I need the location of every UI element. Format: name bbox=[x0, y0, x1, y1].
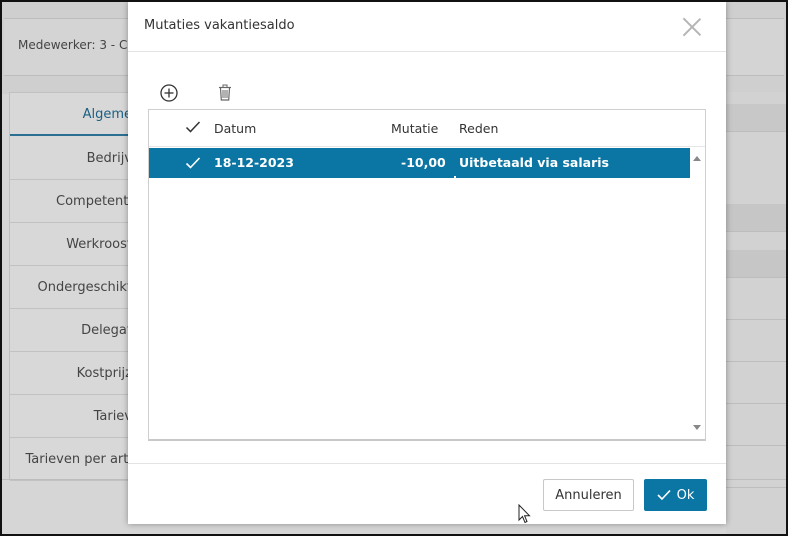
background-row bbox=[726, 376, 786, 404]
background-row bbox=[726, 334, 786, 362]
sidebar-item-label: Competenti bbox=[56, 194, 132, 209]
sidebar-item-werkrooster[interactable]: Werkroost bbox=[10, 223, 132, 266]
background-row bbox=[726, 104, 786, 132]
scroll-up-arrow-icon[interactable] bbox=[693, 156, 701, 161]
row-check-icon[interactable] bbox=[185, 156, 201, 173]
sidebar-item-tarieven-per-artikel[interactable]: Tarieven per arti bbox=[10, 438, 132, 481]
mouse-cursor-icon bbox=[518, 504, 531, 524]
sidebar-item-label: Algeme bbox=[82, 107, 132, 122]
check-icon bbox=[657, 489, 671, 501]
app-window: Medewerker: 3 - C Algeme Bedrijv Compete… bbox=[2, 2, 786, 534]
background-row bbox=[726, 460, 786, 488]
cell-edit-marker bbox=[454, 176, 456, 178]
close-icon[interactable] bbox=[681, 16, 703, 38]
row-reason: Uitbetaald via salaris bbox=[459, 155, 609, 170]
sidebar-item-tarieven[interactable]: Tariev bbox=[10, 395, 132, 438]
row-date: 18-12-2023 bbox=[214, 155, 294, 170]
select-all-checkbox[interactable] bbox=[185, 120, 201, 137]
column-header-mutatie[interactable]: Mutatie bbox=[391, 121, 438, 136]
mutations-grid: Datum Mutatie Reden 18-12-2023 -10,00 Ui… bbox=[148, 109, 706, 441]
trash-icon bbox=[219, 84, 231, 101]
sidebar-item-kostprijzen[interactable]: Kostprijz bbox=[10, 352, 132, 395]
check-icon bbox=[185, 157, 201, 169]
sidebar-item-competenties[interactable]: Competenti bbox=[10, 180, 132, 223]
delete-button[interactable] bbox=[214, 82, 236, 104]
check-icon bbox=[185, 121, 201, 133]
background-right-panel bbox=[726, 92, 786, 534]
ok-button[interactable]: Ok bbox=[644, 479, 707, 511]
row-mutation: -10,00 bbox=[401, 155, 446, 170]
column-header-reden[interactable]: Reden bbox=[459, 121, 498, 136]
sidebar-item-delegaties[interactable]: Delegat bbox=[10, 309, 132, 352]
sidebar-item-algemeen[interactable]: Algeme bbox=[10, 93, 132, 136]
sidebar-item-label: Kostprijz bbox=[76, 366, 132, 381]
dialog-header: Mutaties vakantiesaldo bbox=[128, 2, 726, 52]
sidebar-item-ondergeschikten[interactable]: Ondergeschikt bbox=[10, 266, 132, 309]
background-row bbox=[726, 250, 786, 278]
ok-button-label: Ok bbox=[676, 487, 695, 503]
cancel-button[interactable]: Annuleren bbox=[543, 479, 634, 511]
scroll-down-arrow-icon[interactable] bbox=[693, 425, 701, 430]
background-sidebar: Algeme Bedrijv Competenti Werkroost Onde… bbox=[9, 92, 132, 481]
plus-circle-icon bbox=[160, 84, 178, 102]
table-row[interactable]: 18-12-2023 -10,00 Uitbetaald via salaris bbox=[149, 148, 690, 178]
sidebar-item-label: Werkroost bbox=[66, 237, 132, 252]
sidebar-item-label: Tarieven per arti bbox=[25, 452, 132, 467]
ok-button-content: Ok bbox=[644, 488, 707, 503]
sidebar-item-bedrijven[interactable]: Bedrijv bbox=[10, 137, 132, 180]
sidebar-item-label: Tariev bbox=[93, 409, 132, 424]
sidebar-item-label: Bedrijv bbox=[86, 151, 132, 166]
column-header-datum[interactable]: Datum bbox=[214, 121, 256, 136]
background-row bbox=[726, 204, 786, 232]
sidebar-item-label: Ondergeschikt bbox=[37, 280, 133, 295]
background-row bbox=[726, 418, 786, 446]
employee-label: Medewerker: 3 - C bbox=[18, 38, 128, 52]
grid-header: Datum Mutatie Reden bbox=[149, 110, 705, 147]
add-button[interactable] bbox=[158, 82, 180, 104]
dialog-title: Mutaties vakantiesaldo bbox=[144, 18, 295, 33]
sidebar-item-label: Delegat bbox=[81, 323, 132, 338]
mutaties-dialog: Mutaties vakantiesaldo Datum Mutatie Red… bbox=[128, 2, 726, 524]
dialog-footer: Annuleren Ok bbox=[128, 463, 726, 524]
background-row bbox=[726, 292, 786, 320]
